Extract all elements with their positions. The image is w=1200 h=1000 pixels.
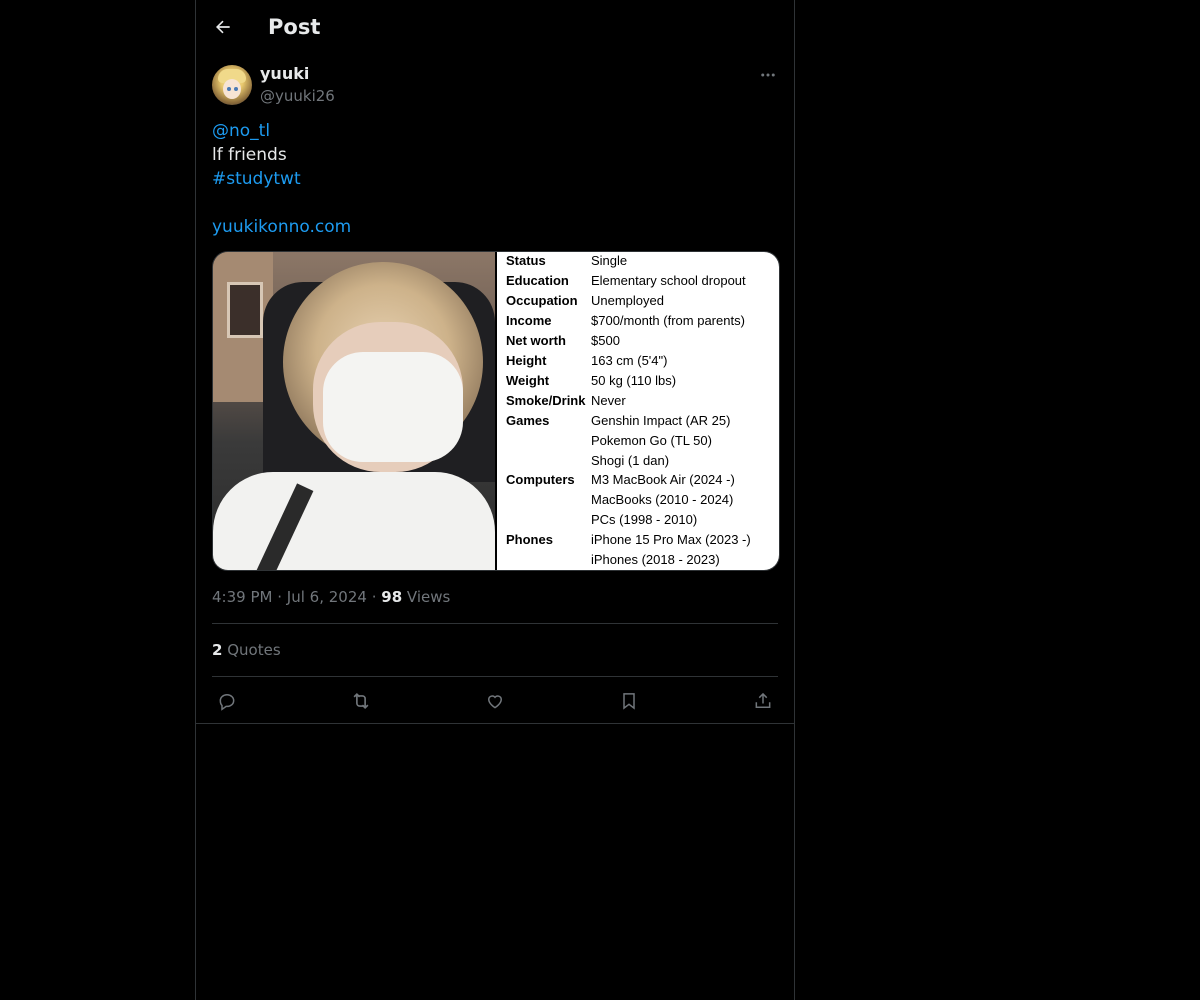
more-icon xyxy=(761,73,775,77)
profile-value: Never xyxy=(591,392,626,408)
page-title: Post xyxy=(268,15,321,39)
hashtag-link[interactable]: #studytwt xyxy=(212,167,351,191)
profile-value: Unemployed xyxy=(591,292,664,308)
action-bar xyxy=(212,688,778,714)
divider xyxy=(212,676,778,677)
repost-icon xyxy=(353,692,369,710)
profile-value: Shogi (1 dan) xyxy=(591,452,670,468)
profile-value: 163 cm (5'4") xyxy=(591,352,668,368)
views-label: Views xyxy=(406,588,451,606)
post-image[interactable]: Status Single Education Elementary school d… xyxy=(212,251,780,571)
profile-value: 50 kg (110 lbs) xyxy=(591,372,677,388)
header: Post xyxy=(196,0,794,54)
profile-key: Smoke/Drink xyxy=(506,392,586,408)
post-text-line: lf friends xyxy=(212,145,287,165)
profile-value: $700/month (from parents) xyxy=(591,312,745,328)
reply-button[interactable] xyxy=(214,688,240,714)
bookmark-button[interactable] xyxy=(616,688,642,714)
profile-key: Phones xyxy=(506,532,553,548)
reply-icon xyxy=(219,693,235,711)
profile-key: Games xyxy=(506,412,550,428)
profile-value: MacBooks (2010 - 2024) xyxy=(591,492,734,508)
mention-link[interactable]: @no_tl xyxy=(212,119,351,143)
like-button[interactable] xyxy=(482,688,508,714)
profile-key: Computers xyxy=(506,472,575,488)
more-button[interactable] xyxy=(756,64,780,86)
profile-key: Height xyxy=(506,352,547,368)
profile-key: Education xyxy=(506,272,569,288)
profile-value: M3 MacBook Air (2024 -) xyxy=(591,472,735,488)
profile-key: Income xyxy=(506,312,552,328)
profile-key: Weight xyxy=(506,372,550,388)
profile-value: iPhone 15 Pro Max (2023 -) xyxy=(591,532,751,548)
post-text: @no_tl lf friends #studytwt yuukikonno.c… xyxy=(212,119,351,239)
repost-button[interactable] xyxy=(348,688,374,714)
avatar[interactable] xyxy=(212,65,252,105)
quotes-count: 2 xyxy=(212,641,223,659)
like-icon xyxy=(487,695,503,709)
profile-value: Pokemon Go (TL 50) xyxy=(591,432,712,448)
author-name[interactable]: yuuki xyxy=(260,64,309,84)
profile-key: Status xyxy=(506,253,546,268)
profile-table: Status Single Education Elementary school d… xyxy=(497,252,779,570)
post-column: Post yuuki @yuuki26 @no_tl lf friends #s… xyxy=(195,0,795,1000)
website-link[interactable]: yuukikonno.com xyxy=(212,215,351,239)
divider xyxy=(212,623,778,624)
profile-key: Occupation xyxy=(506,292,578,308)
profile-value: iPhones (2018 - 2023) xyxy=(591,552,720,568)
quotes-label: Quotes xyxy=(227,641,281,659)
author-handle[interactable]: @yuuki26 xyxy=(260,86,335,106)
post-meta: 4:39 PM · Jul 6, 2024 · 98 Views xyxy=(212,588,451,606)
profile-key: Net worth xyxy=(506,332,566,348)
quotes-link[interactable]: 2 Quotes xyxy=(212,640,281,660)
profile-value: PCs (1998 - 2010) xyxy=(591,512,698,528)
bookmark-icon xyxy=(623,693,635,710)
share-button[interactable] xyxy=(750,688,776,714)
back-button[interactable] xyxy=(210,12,236,42)
profile-value: Single xyxy=(591,253,628,268)
profile-value: Elementary school dropout xyxy=(591,272,746,288)
back-arrow-icon xyxy=(216,20,230,34)
selfie-photo xyxy=(213,252,495,570)
post-date[interactable]: Jul 6, 2024 xyxy=(287,588,367,606)
profile-value: Genshin Impact (AR 25) xyxy=(591,412,731,428)
share-icon xyxy=(755,692,771,708)
views-count: 98 xyxy=(381,588,403,606)
profile-value: $500 xyxy=(591,332,620,348)
post-time[interactable]: 4:39 PM xyxy=(212,588,272,606)
